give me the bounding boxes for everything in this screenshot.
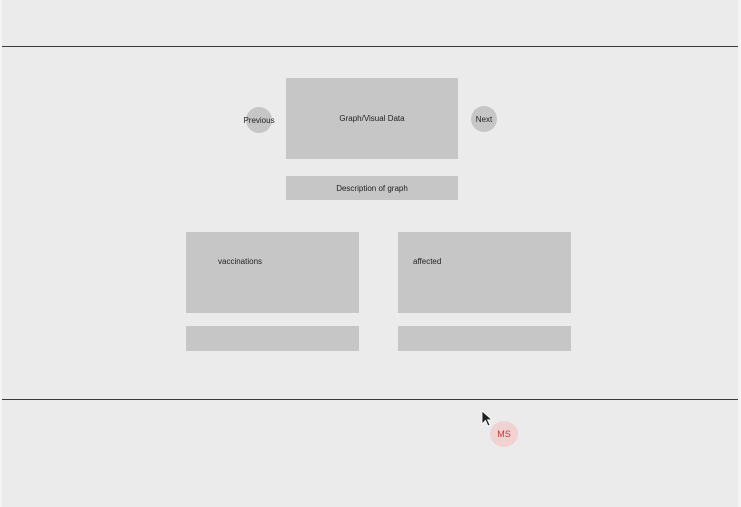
affected-caption-bar (398, 326, 571, 351)
left-edge (0, 0, 2, 507)
previous-button-label: Previous (243, 115, 275, 125)
graph-placeholder: Graph/Visual Data (286, 78, 458, 159)
presenter-initials: MS (497, 429, 511, 439)
presenter-avatar: MS (490, 421, 518, 447)
vaccinations-card-label: vaccinations (218, 257, 263, 266)
vaccinations-card[interactable]: vaccinations (186, 232, 359, 313)
affected-card[interactable]: affected (398, 232, 571, 313)
next-button-label: Next (475, 114, 493, 124)
wireframe-canvas: Previous Graph/Visual Data Next Descript… (0, 0, 741, 507)
vaccinations-caption-bar (186, 326, 359, 351)
graph-placeholder-label: Graph/Visual Data (339, 114, 405, 123)
graph-description: Description of graph (286, 176, 458, 200)
header-divider (2, 46, 738, 47)
affected-card-label: affected (413, 257, 442, 266)
arrow-cursor-icon (481, 410, 493, 427)
previous-button[interactable]: Previous (243, 107, 275, 133)
footer-divider (2, 399, 738, 400)
graph-description-label: Description of graph (336, 183, 408, 193)
next-button[interactable]: Next (471, 106, 497, 132)
